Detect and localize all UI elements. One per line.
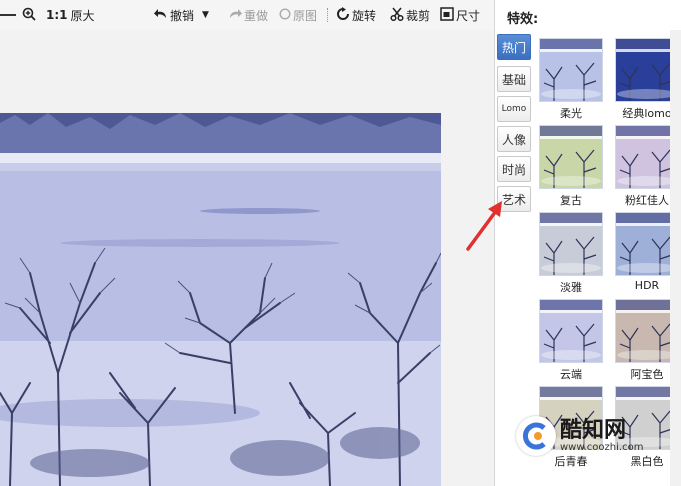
zoom-fit-button[interactable]: 1:1 原大 (46, 6, 95, 24)
effect-thumbnail[interactable] (539, 212, 603, 276)
zoom-in-button[interactable] (22, 6, 38, 24)
crop-button[interactable]: 裁剪 (390, 6, 430, 24)
effect-preview-image (616, 300, 678, 362)
zoom-in-icon (22, 7, 36, 24)
effect-preview-image (616, 39, 678, 101)
zoom-out-slider[interactable] (0, 6, 16, 24)
tab-lomo[interactable]: Lomo (497, 96, 531, 122)
rotate-icon (336, 6, 350, 24)
crop-label: 裁剪 (406, 8, 431, 23)
zoom-fit-label: 1:1 (46, 8, 68, 22)
redo-button[interactable]: 重做 (228, 6, 268, 24)
effect-label: 柔光 (560, 107, 582, 120)
panel-title: 特效: (507, 12, 539, 27)
original-size-label: 原大 (70, 8, 95, 23)
undo-dropdown-icon[interactable]: ▼ (202, 10, 209, 20)
tab-art[interactable]: 艺术 (497, 186, 531, 212)
circle-icon (279, 7, 291, 23)
undo-button[interactable]: 撤销 ▼ (154, 6, 209, 24)
watermark-name: 酷知网 (560, 418, 627, 443)
size-label: 尺寸 (456, 8, 481, 23)
effect-preview-image (616, 126, 678, 188)
effect-label: 云端 (560, 368, 582, 381)
effect-preview-image (540, 213, 602, 275)
photo-preview[interactable] (0, 113, 441, 486)
size-button[interactable]: 尺寸 (440, 6, 480, 24)
toolbar: 1:1 原大 撤销 ▼ 重做 原图 旋转 裁剪 尺寸 (0, 0, 494, 30)
undo-label: 撤销 (170, 8, 195, 23)
original-image-button[interactable]: 原图 (279, 6, 317, 24)
effect-thumbnail[interactable] (539, 125, 603, 189)
effect-preview-image (616, 213, 678, 275)
site-logo-icon (516, 416, 556, 456)
winter-lake-photo (0, 113, 441, 486)
site-watermark: 酷知网 www.coozhi.com (516, 410, 666, 468)
tab-hot[interactable]: 热门 (497, 34, 531, 60)
resize-icon (440, 6, 454, 24)
effect-preview-image (540, 39, 602, 101)
watermark-url: www.coozhi.com (560, 442, 644, 453)
effect-preview-image (540, 126, 602, 188)
redo-icon (228, 7, 242, 24)
tab-fashion[interactable]: 时尚 (497, 156, 531, 182)
toolbar-divider (327, 8, 329, 22)
effect-thumbnail[interactable] (539, 299, 603, 363)
rotate-button[interactable]: 旋转 (336, 6, 376, 24)
redo-label: 重做 (244, 8, 269, 23)
tab-basic[interactable]: 基础 (497, 66, 531, 92)
effect-label: 复古 (560, 194, 582, 207)
undo-icon (154, 7, 168, 24)
original-image-label: 原图 (293, 8, 318, 23)
effect-label: 淡雅 (560, 281, 582, 294)
rotate-label: 旋转 (352, 8, 377, 23)
effect-thumbnail[interactable] (539, 38, 603, 102)
effect-preview-image (540, 300, 602, 362)
scissors-icon (390, 7, 404, 24)
tab-portrait[interactable]: 人像 (497, 126, 531, 152)
panel-scrollbar[interactable] (670, 30, 681, 486)
